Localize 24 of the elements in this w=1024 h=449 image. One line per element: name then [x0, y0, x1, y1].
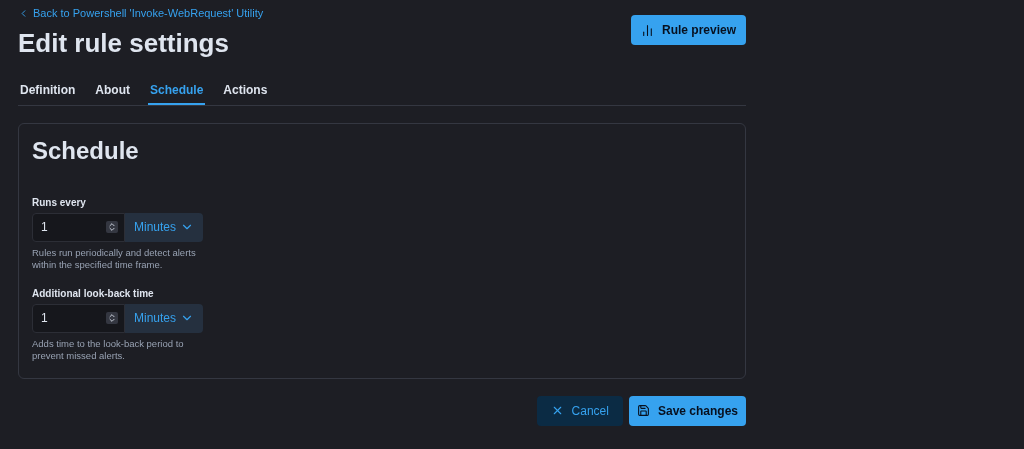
field-label: Additional look-back time	[32, 286, 155, 301]
chart-icon	[640, 23, 654, 37]
cancel-button[interactable]: Cancel	[536, 395, 623, 426]
save-button[interactable]: Save changes	[628, 395, 746, 426]
save-icon	[636, 404, 650, 417]
rule-preview-button[interactable]: Rule preview	[630, 15, 746, 45]
help-text: Rules run periodically and detect alerts within the specified time frame.	[32, 246, 197, 271]
help-text: Adds time to the look-back period to prevent missed alerts.	[32, 337, 185, 362]
unit-select[interactable]: Minutes	[125, 212, 203, 242]
number-value: 1	[41, 219, 48, 236]
back-link[interactable]: Back to Powershell 'Invoke-WebRequest' Utility	[18, 5, 264, 22]
tab[interactable]: Actions	[221, 76, 270, 105]
number-value: 1	[41, 310, 48, 327]
stepper-icon[interactable]	[106, 312, 118, 324]
number-field[interactable]: 1	[32, 212, 125, 242]
tab[interactable]: Schedule	[148, 76, 206, 105]
panel-heading: Schedule	[32, 135, 140, 166]
unit-select[interactable]: Minutes	[125, 303, 203, 333]
tab[interactable]: Definition	[18, 76, 78, 105]
tab[interactable]: About	[93, 76, 132, 105]
page-title: Edit rule settings	[18, 26, 230, 59]
number-field[interactable]: 1	[32, 303, 125, 333]
stepper-icon[interactable]	[106, 221, 118, 233]
field-label: Runs every	[32, 195, 87, 210]
